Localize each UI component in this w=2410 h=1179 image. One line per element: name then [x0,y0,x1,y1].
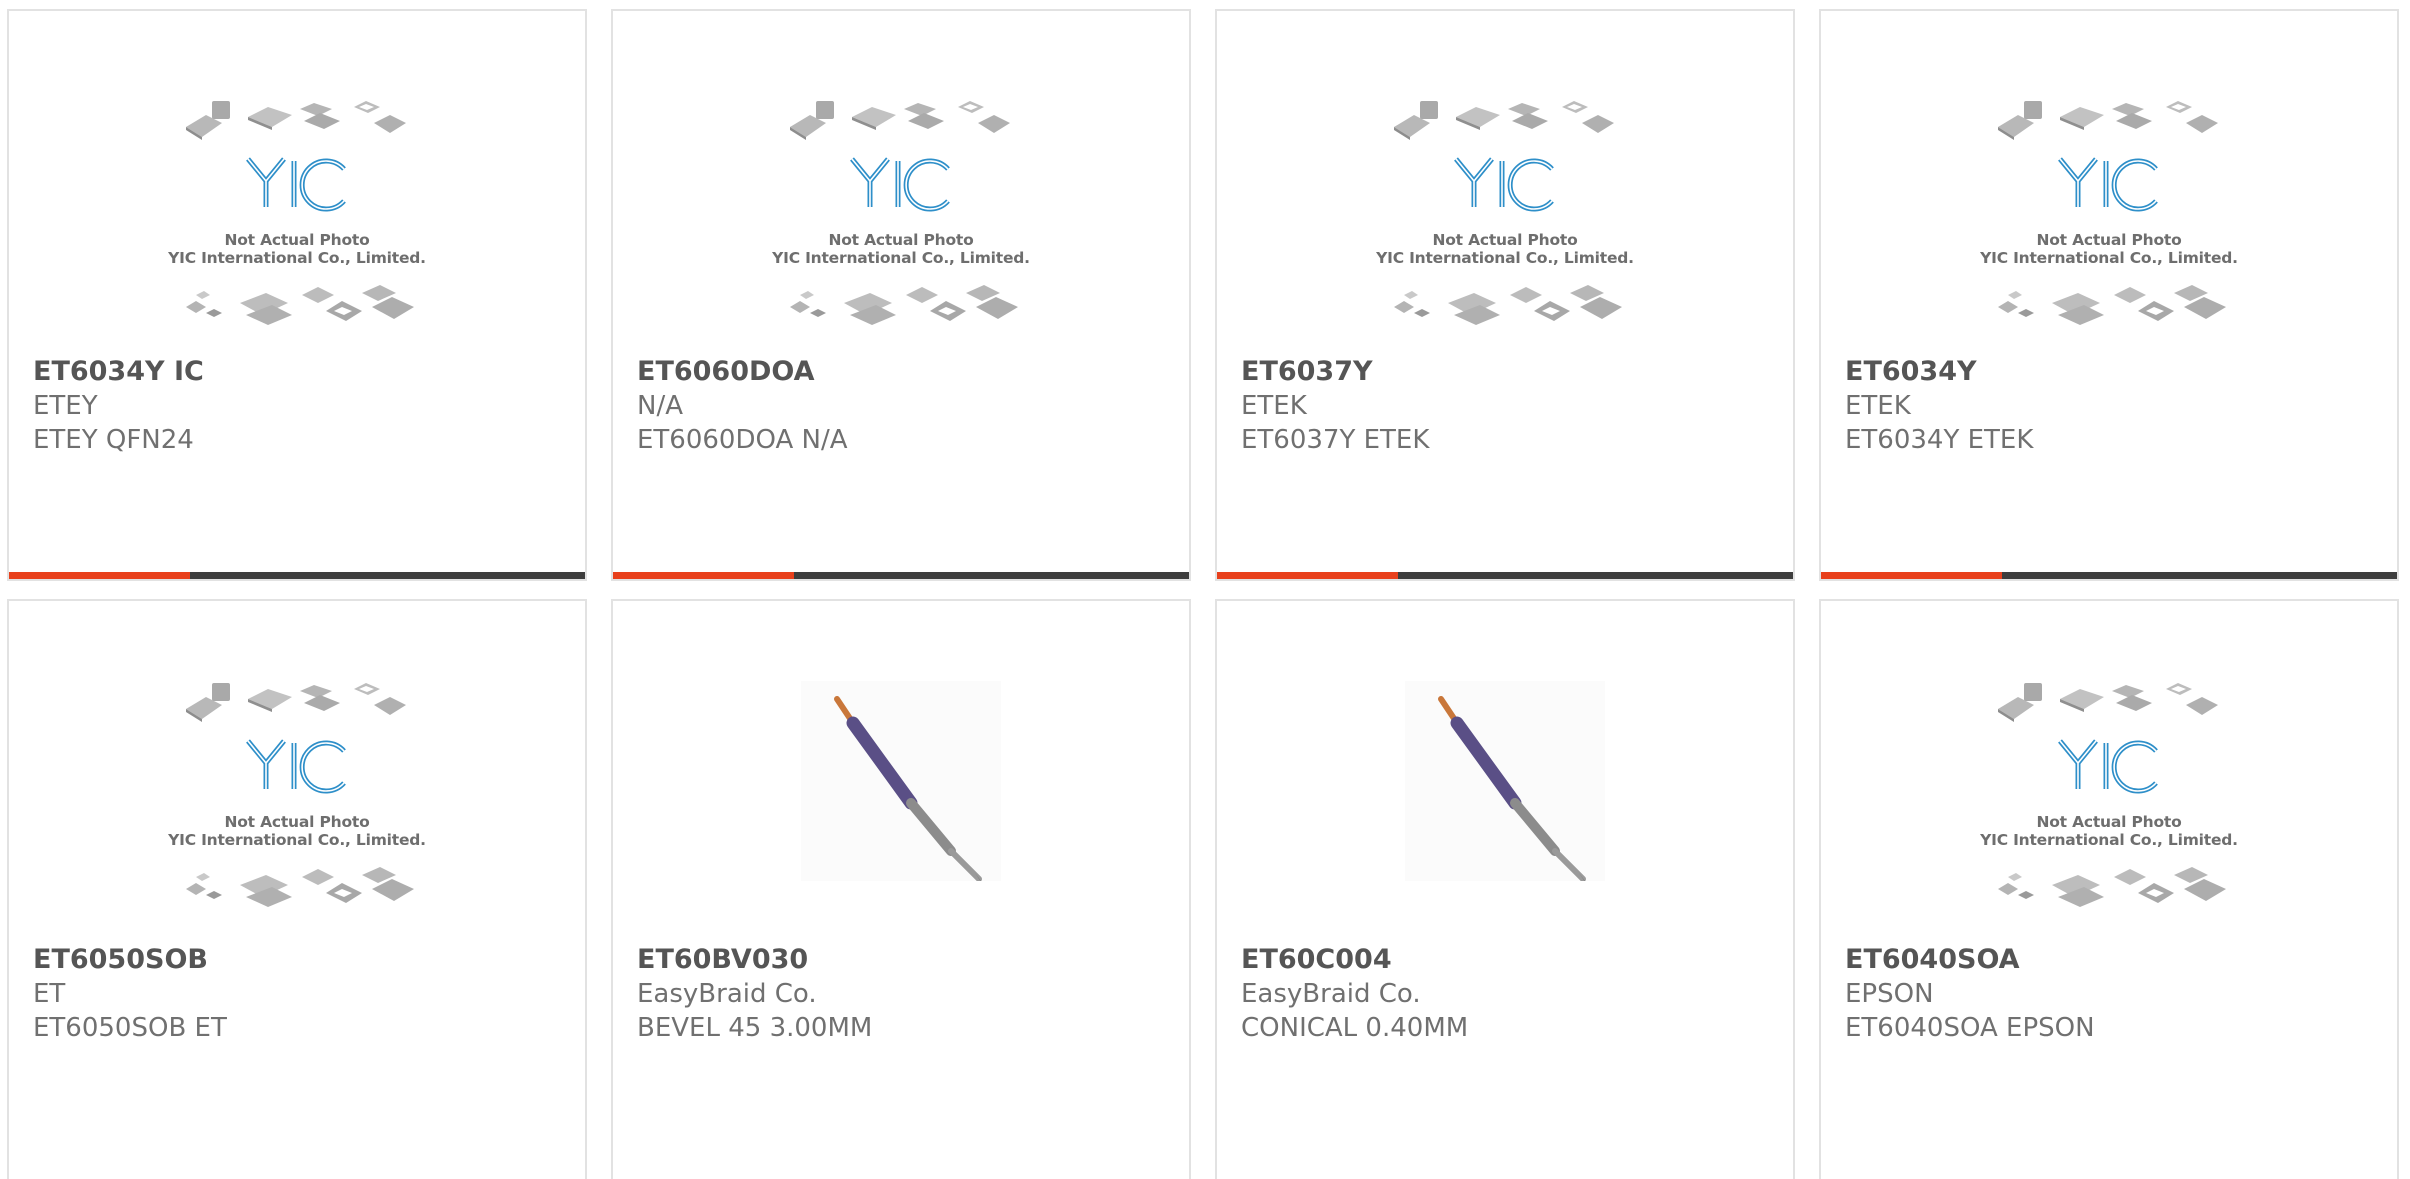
product-card[interactable]: Not Actual Photo YIC International Co., L… [7,599,587,1179]
product-image[interactable]: Not Actual Photo YIC International Co., L… [9,681,585,941]
card-hover-bar [9,572,585,579]
product-description: ET6050SOB ET [33,1013,227,1043]
placeholder-note: Not Actual Photo [828,231,974,249]
manufacturer-name: EPSON [1845,979,1934,1009]
placeholder-note: Not Actual Photo [2036,813,2182,831]
solder-tip-image [801,681,1001,881]
part-number-link[interactable]: ET6060DOA [637,355,848,389]
product-info: ET6050SOB ET ET6050SOB ET [33,943,227,1045]
manufacturer-name: EasyBraid Co. [1241,979,1421,1009]
not-actual-photo-placeholder: Not Actual Photo YIC International Co., L… [766,99,1036,339]
not-actual-photo-placeholder: Not Actual Photo YIC International Co., L… [1974,681,2244,921]
product-image[interactable]: Not Actual Photo YIC International Co., L… [9,99,585,359]
product-info: ET60BV030 EasyBraid Co. BEVEL 45 3.00MM [637,943,872,1045]
card-hover-bar-accent [1821,572,2003,579]
placeholder-company: YIC International Co., Limited. [1980,831,2238,849]
product-grid: Not Actual Photo YIC International Co., L… [0,0,2410,1179]
part-number-link[interactable]: ET6037Y [1241,355,1429,389]
product-info: ET6060DOA N/A ET6060DOA N/A [637,355,848,457]
part-number-link[interactable]: ET6034Y [1845,355,2033,389]
manufacturer-name: ETEK [1241,391,1307,421]
manufacturer-name: EasyBraid Co. [637,979,817,1009]
manufacturer-name: ET [33,979,66,1009]
part-number-link[interactable]: ET6034Y IC [33,355,204,389]
not-actual-photo-placeholder: Not Actual Photo YIC International Co., L… [162,681,432,921]
product-image[interactable] [1217,681,1793,941]
product-card[interactable]: ET60BV030 EasyBraid Co. BEVEL 45 3.00MM [611,599,1191,1179]
product-description: ET6034Y ETEK [1845,425,2034,455]
placeholder-company: YIC International Co., Limited. [772,249,1030,267]
placeholder-note: Not Actual Photo [224,231,370,249]
product-description: ETEY QFN24 [33,425,194,455]
card-hover-bar-accent [613,572,795,579]
product-description: CONICAL 0.40MM [1241,1013,1469,1043]
card-hover-bar [613,572,1189,579]
product-card[interactable]: Not Actual Photo YIC International Co., L… [1819,9,2399,581]
product-description: BEVEL 45 3.00MM [637,1013,873,1043]
placeholder-note: Not Actual Photo [1432,231,1578,249]
product-image[interactable]: Not Actual Photo YIC International Co., L… [1217,99,1793,359]
product-image[interactable] [613,681,1189,941]
product-description: ET6037Y ETEK [1241,425,1430,455]
placeholder-company: YIC International Co., Limited. [168,831,426,849]
product-description: ET6040SOA EPSON [1845,1013,2095,1043]
product-card[interactable]: Not Actual Photo YIC International Co., L… [1215,9,1795,581]
product-info: ET6037Y ETEK ET6037Y ETEK [1241,355,1429,457]
solder-tip-image [1405,681,1605,881]
card-hover-bar [1821,572,2397,579]
product-info: ET6034Y ETEK ET6034Y ETEK [1845,355,2033,457]
product-info: ET6034Y IC ETEY ETEY QFN24 [33,355,204,457]
placeholder-company: YIC International Co., Limited. [168,249,426,267]
part-number-link[interactable]: ET6050SOB [33,943,227,977]
not-actual-photo-placeholder: Not Actual Photo YIC International Co., L… [162,99,432,339]
part-number-link[interactable]: ET60BV030 [637,943,872,977]
placeholder-note: Not Actual Photo [224,813,370,831]
not-actual-photo-placeholder: Not Actual Photo YIC International Co., L… [1974,99,2244,339]
card-hover-bar [1217,572,1793,579]
not-actual-photo-placeholder: Not Actual Photo YIC International Co., L… [1370,99,1640,339]
card-hover-bar-accent [9,572,191,579]
manufacturer-name: ETEK [1845,391,1911,421]
product-card[interactable]: ET60C004 EasyBraid Co. CONICAL 0.40MM [1215,599,1795,1179]
manufacturer-name: N/A [637,391,683,421]
product-info: ET6040SOA EPSON ET6040SOA EPSON [1845,943,2095,1045]
card-hover-bar-accent [1217,572,1399,579]
product-image[interactable]: Not Actual Photo YIC International Co., L… [1821,99,2397,359]
placeholder-company: YIC International Co., Limited. [1980,249,2238,267]
product-image[interactable]: Not Actual Photo YIC International Co., L… [613,99,1189,359]
product-card[interactable]: Not Actual Photo YIC International Co., L… [7,9,587,581]
product-card[interactable]: Not Actual Photo YIC International Co., L… [611,9,1191,581]
placeholder-company: YIC International Co., Limited. [1376,249,1634,267]
manufacturer-name: ETEY [33,391,98,421]
product-description: ET6060DOA N/A [637,425,848,455]
part-number-link[interactable]: ET60C004 [1241,943,1468,977]
placeholder-note: Not Actual Photo [2036,231,2182,249]
product-info: ET60C004 EasyBraid Co. CONICAL 0.40MM [1241,943,1468,1045]
product-image[interactable]: Not Actual Photo YIC International Co., L… [1821,681,2397,941]
product-card[interactable]: Not Actual Photo YIC International Co., L… [1819,599,2399,1179]
part-number-link[interactable]: ET6040SOA [1845,943,2095,977]
